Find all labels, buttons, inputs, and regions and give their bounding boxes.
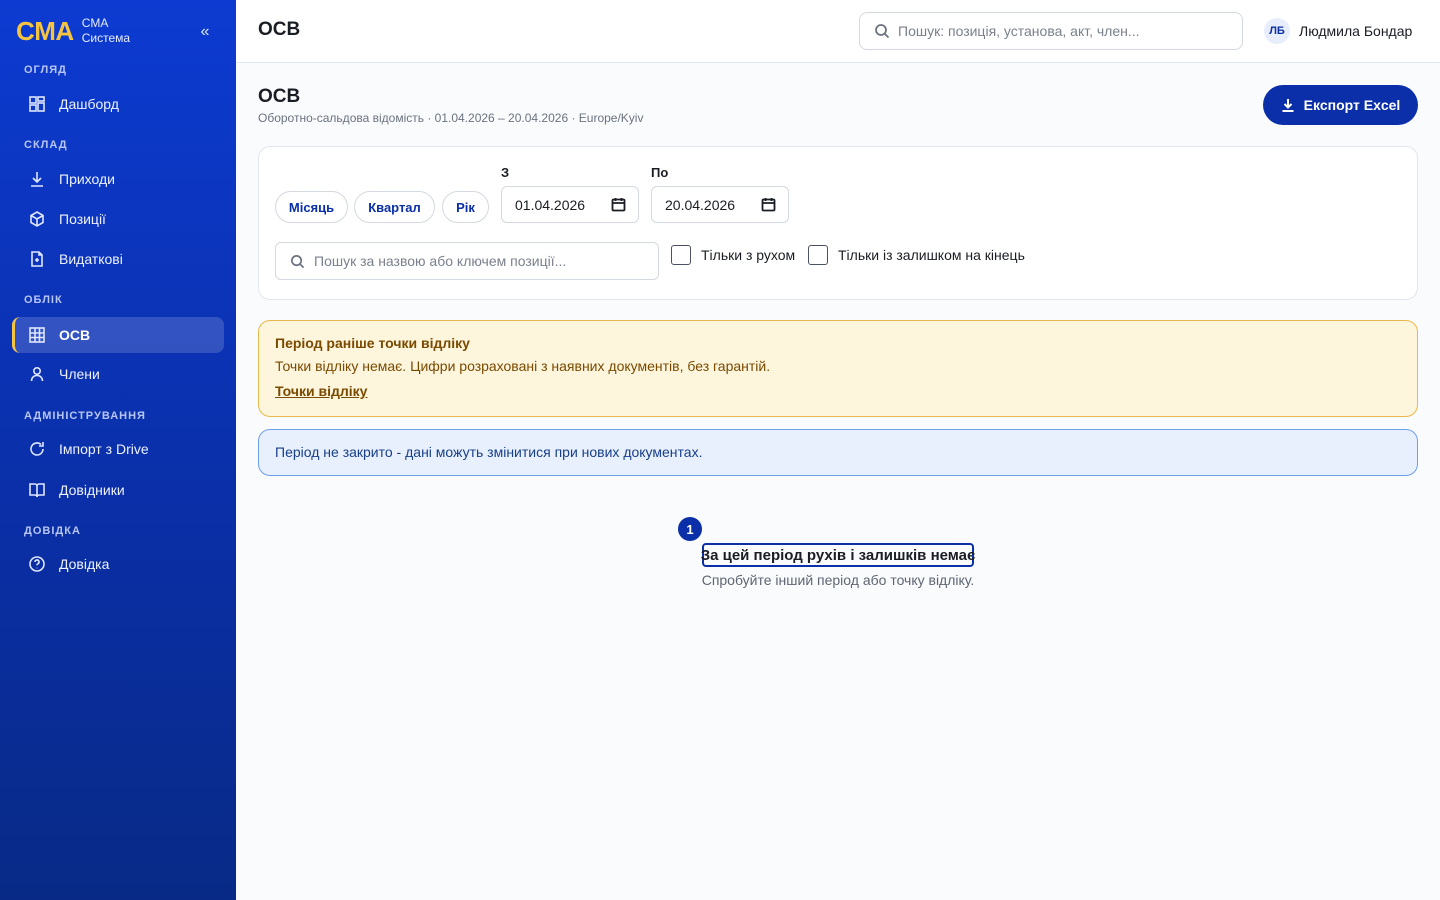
- only-balance-filter[interactable]: Тільки із залишком на кінець: [808, 245, 1025, 265]
- brand: CMA CMA Система: [16, 16, 130, 46]
- warning-text: Точки відліку немає. Цифри розраховані з…: [275, 358, 771, 374]
- sidebar-item-help[interactable]: Довідка: [12, 546, 224, 582]
- item-search[interactable]: [275, 242, 659, 280]
- only-movement-label: Тільки з рухом: [701, 247, 796, 263]
- collapse-sidebar-button[interactable]: «: [196, 22, 214, 42]
- page-subtitle: Оборотно-сальдова відомість · 01.04.2026…: [258, 111, 644, 125]
- preset-year-button[interactable]: Рік: [442, 191, 489, 223]
- item-search-input[interactable]: [314, 253, 654, 269]
- preset-month-button[interactable]: Місяць: [275, 191, 348, 223]
- calendar-icon[interactable]: [611, 197, 626, 212]
- step-badge: 1: [678, 517, 702, 541]
- only-movement-filter[interactable]: Тільки з рухом: [671, 245, 795, 265]
- nav-section-help: ДОВІДКА: [24, 525, 81, 537]
- sidebar-item-osv[interactable]: ОСВ: [12, 317, 224, 353]
- user-name: Людмила Бондар: [1299, 23, 1413, 39]
- avatar: ЛБ: [1264, 18, 1290, 44]
- date-from-input[interactable]: 01.04.2026: [501, 186, 639, 223]
- warning-title: Період раніше точки відліку: [275, 335, 470, 351]
- sidebar-item-label: ОСВ: [59, 327, 91, 343]
- reference-point-link[interactable]: Точки відліку: [275, 383, 367, 399]
- page-title: ОСВ: [258, 86, 301, 107]
- global-search-input[interactable]: [898, 23, 1218, 39]
- date-to-value: 20.04.2026: [665, 196, 736, 213]
- nav-section-admin: АДМІНІСТРУВАННЯ: [24, 410, 146, 422]
- download-icon: [1282, 99, 1294, 112]
- date-to-input[interactable]: 20.04.2026: [651, 186, 789, 223]
- sidebar-item-label: Імпорт з Drive: [59, 441, 149, 457]
- global-search[interactable]: [859, 12, 1243, 50]
- sidebar-item-label: Довідка: [59, 556, 110, 572]
- only-balance-label: Тільки із залишком на кінець: [838, 247, 1025, 263]
- brand-logo: CMA: [16, 16, 74, 46]
- export-excel-label: Експорт Excel: [1303, 97, 1401, 113]
- date-from-value: 01.04.2026: [515, 196, 586, 213]
- info-alert: Період не закрито - дані можуть змінитис…: [258, 429, 1418, 476]
- sidebar-item-expenses[interactable]: Видаткові: [12, 241, 224, 277]
- sidebar: CMA CMA Система « ОГЛЯД Дашборд СКЛАД Пр…: [0, 0, 236, 900]
- search-icon: [291, 254, 305, 268]
- brand-line-2: Система: [81, 31, 131, 45]
- sidebar-item-label: Позиції: [59, 211, 106, 227]
- box-icon: [28, 210, 46, 228]
- search-icon: [875, 24, 890, 39]
- topbar-title: ОСВ: [258, 19, 301, 40]
- sidebar-item-label: Дашборд: [59, 96, 119, 112]
- brand-text: CMA Система: [82, 16, 130, 46]
- date-from-label: З: [501, 165, 510, 180]
- nav-section-warehouse: СКЛАД: [24, 139, 68, 151]
- sidebar-item-receipts[interactable]: Приходи: [12, 161, 224, 197]
- user-menu[interactable]: ЛБ Людмила Бондар: [1264, 18, 1412, 44]
- table-icon: [28, 326, 46, 344]
- download-icon: [28, 170, 46, 188]
- sidebar-item-label: Довідники: [59, 482, 125, 498]
- sidebar-item-label: Видаткові: [59, 251, 123, 267]
- dashboard-icon: [28, 95, 46, 113]
- export-excel-button[interactable]: Експорт Excel: [1263, 85, 1418, 125]
- sidebar-item-label: Приходи: [59, 171, 115, 187]
- help-circle-icon: [28, 555, 46, 573]
- empty-state-title: За цей період рухів і залишків немає: [701, 543, 975, 567]
- sidebar-item-drive-import[interactable]: Імпорт з Drive: [12, 431, 224, 467]
- sidebar-item-members[interactable]: Члени: [12, 356, 224, 392]
- preset-quarter-button[interactable]: Квартал: [354, 191, 435, 223]
- user-icon: [28, 365, 46, 383]
- date-to-label: По: [651, 165, 669, 180]
- book-icon: [28, 481, 46, 499]
- sidebar-item-positions[interactable]: Позиції: [12, 201, 224, 237]
- calendar-icon[interactable]: [761, 197, 776, 212]
- only-balance-checkbox[interactable]: [808, 245, 828, 265]
- document-icon: [28, 250, 46, 268]
- warning-alert: Період раніше точки відліку Точки відлік…: [258, 320, 1418, 417]
- topbar: ОСВ ЛБ Людмила Бондар: [236, 0, 1440, 63]
- sidebar-item-dashboard[interactable]: Дашборд: [12, 86, 224, 122]
- nav-section-overview: ОГЛЯД: [24, 64, 67, 76]
- empty-state-subtitle: Спробуйте інший період або точку відліку…: [701, 572, 975, 588]
- brand-line-1: CMA: [81, 16, 109, 30]
- only-movement-checkbox[interactable]: [671, 245, 691, 265]
- filter-card: Місяць Квартал Рік З 01.04.2026 По 20.04…: [258, 146, 1418, 300]
- refresh-icon: [28, 440, 46, 458]
- sidebar-item-label: Члени: [59, 366, 100, 382]
- nav-section-accounting: ОБЛІК: [24, 294, 63, 306]
- sidebar-item-directories[interactable]: Довідники: [12, 472, 224, 508]
